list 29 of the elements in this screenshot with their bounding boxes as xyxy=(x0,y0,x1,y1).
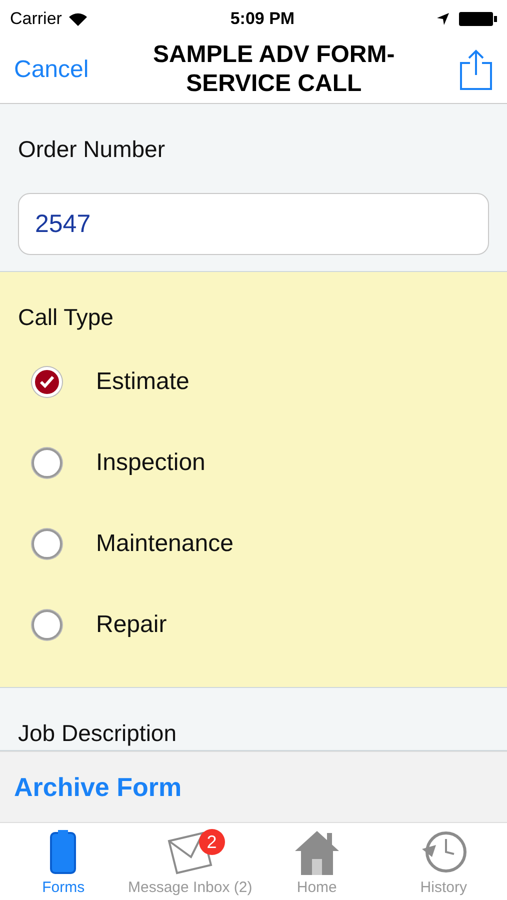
house-icon xyxy=(292,829,341,875)
form-title: SAMPLE ADV FORM- SERVICE CALL xyxy=(152,41,395,99)
status-time: 5:09 PM xyxy=(230,8,295,28)
tab-bar-item[interactable]: Message Inbox (2) 2 xyxy=(126,823,254,900)
option-label: Repair xyxy=(96,610,167,638)
archive-form-button[interactable]: Archive Form xyxy=(14,772,182,802)
cancel-button[interactable]: Cancel xyxy=(14,56,89,84)
checkmark-icon xyxy=(39,374,55,388)
option-label: Inspection xyxy=(96,448,206,476)
tab-bar-item[interactable]: Home xyxy=(254,823,380,900)
option-label: Estimate xyxy=(96,368,190,396)
radio-button[interactable] xyxy=(32,528,62,558)
option-label: Maintenance xyxy=(96,530,234,558)
job-description-label: Job Description xyxy=(18,719,178,747)
share-icon[interactable] xyxy=(459,49,493,91)
order-number-label: Order Number xyxy=(18,135,166,163)
order-number-field[interactable]: 2547 xyxy=(18,193,489,255)
call-type-label: Call Type xyxy=(18,303,114,332)
radio-button[interactable] xyxy=(32,448,62,478)
radio-button[interactable] xyxy=(32,610,62,640)
clipboard-icon xyxy=(48,829,78,875)
history-clock-icon xyxy=(420,829,468,875)
tab-bar-item[interactable]: Forms xyxy=(0,823,127,900)
wifi-icon xyxy=(68,12,88,26)
location-arrow-icon xyxy=(436,12,449,24)
carrier-label: Carrier xyxy=(10,8,62,28)
battery-icon xyxy=(458,10,497,26)
unread-badge: 2 xyxy=(198,829,225,855)
tab-bar-item[interactable]: History xyxy=(380,823,507,900)
